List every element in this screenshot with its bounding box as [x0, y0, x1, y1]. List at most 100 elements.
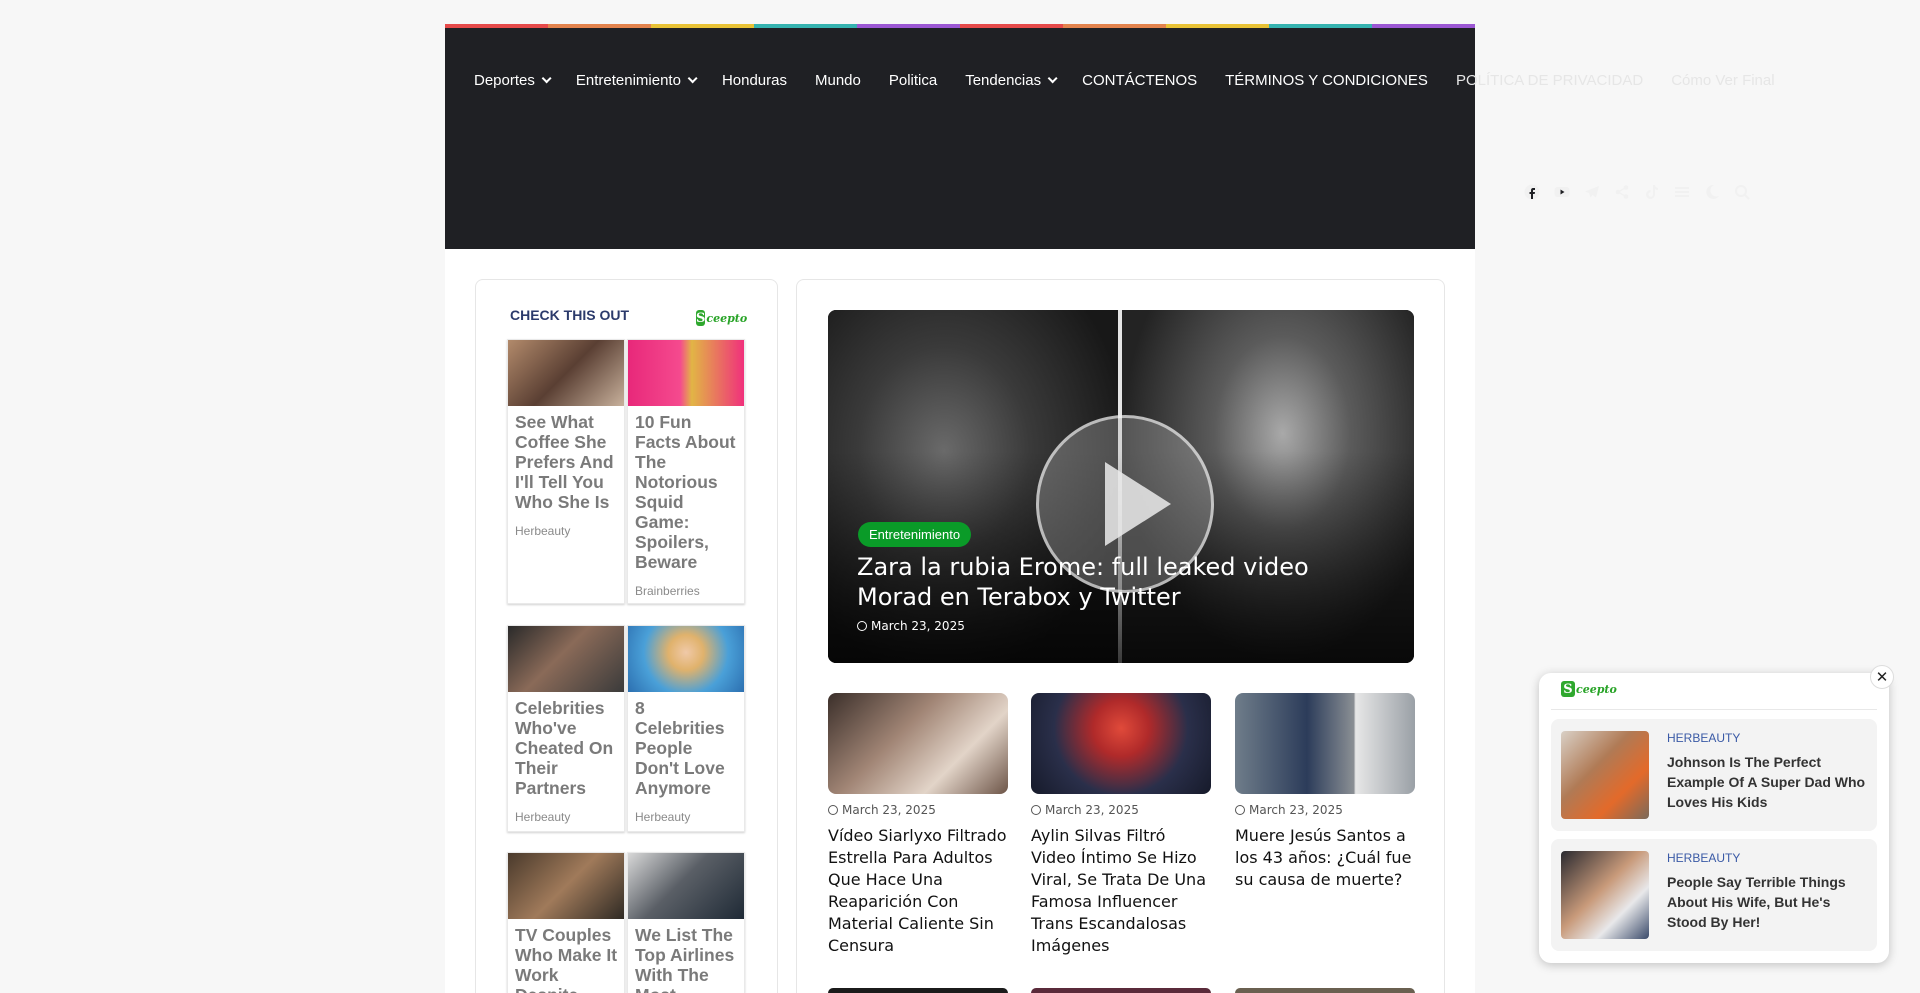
widget-title: CHECK THIS OUT	[510, 307, 629, 323]
recommendation-item[interactable]: HERBEAUTY Johnson Is The Perfect Example…	[1551, 719, 1877, 831]
card-thumbnail	[628, 340, 744, 406]
promo-card[interactable]: See What Coffee She Prefers And I'll Tel…	[507, 339, 625, 604]
sceepto-logo[interactable]: Sceepto	[1561, 681, 1617, 697]
card-source: Brainberries	[635, 584, 700, 598]
close-icon: ✕	[1875, 668, 1889, 686]
nav-item-terminos[interactable]: TÉRMINOS Y CONDICIONES	[1225, 72, 1428, 89]
post-thumbnail[interactable]	[828, 693, 1008, 794]
nav-item-privacidad[interactable]: POLÍTICA DE PRIVACIDAD	[1456, 72, 1643, 89]
nav-label: Cómo Ver Final	[1671, 72, 1775, 89]
card-title: TV Couples Who Make It Work Despite	[515, 925, 618, 993]
card-thumbnail	[628, 626, 744, 692]
recommendation-title: Johnson Is The Perfect Example Of A Supe…	[1667, 754, 1866, 810]
tiktok-icon[interactable]	[1644, 184, 1660, 200]
post-date: March 23, 2025	[1031, 803, 1211, 817]
logo-letter: S	[1561, 681, 1575, 697]
nav-item-honduras[interactable]: Honduras	[722, 72, 787, 89]
next-post-thumbnail[interactable]	[828, 988, 1008, 993]
recommendation-thumbnail	[1561, 851, 1649, 939]
card-thumbnail	[508, 340, 624, 406]
post-date: March 23, 2025	[828, 803, 1008, 817]
recommendation-item[interactable]: HERBEAUTY People Say Terrible Things Abo…	[1551, 839, 1877, 951]
hero-date: March 23, 2025	[857, 619, 965, 633]
nav-label: Mundo	[814, 72, 861, 89]
card-title: We List The Top Airlines With The Most	[635, 925, 735, 993]
nav-label: Deportes	[474, 72, 535, 89]
post-card[interactable]: March 23, 2025 Muere Jesús Santos a los …	[1235, 693, 1415, 891]
nav-item-como-ver-final[interactable]: Cómo Ver Final	[1671, 72, 1774, 89]
logo-text: ceepto	[1576, 682, 1617, 696]
clock-icon	[1031, 805, 1041, 815]
chevron-down-icon	[1047, 73, 1058, 84]
close-button[interactable]: ✕	[1870, 665, 1894, 689]
site-header: Deportes Entretenimiento Honduras Mundo …	[445, 28, 1775, 249]
nav-item-entretenimiento[interactable]: Entretenimiento	[575, 72, 698, 89]
card-source: Herbeauty	[515, 524, 571, 538]
card-thumbnail	[508, 853, 624, 919]
search-icon[interactable]	[1734, 184, 1750, 200]
card-thumbnail	[628, 853, 744, 919]
moon-icon[interactable]	[1704, 184, 1720, 200]
recommendation-source: HERBEAUTY	[1667, 851, 1741, 865]
nav-label: Honduras	[721, 72, 787, 89]
date-text: March 23, 2025	[1249, 803, 1343, 817]
date-text: March 23, 2025	[842, 803, 936, 817]
recommendation-thumbnail	[1561, 731, 1649, 819]
card-thumbnail	[508, 626, 624, 692]
card-title: 8 Celebrities People Don't Love Anymore	[635, 698, 725, 798]
post-title[interactable]: Aylin Silvas Filtró Video Íntimo Se Hizo…	[1031, 825, 1211, 957]
clock-icon	[828, 805, 838, 815]
promo-card[interactable]: We List The Top Airlines With The Most	[627, 852, 745, 993]
date-text: March 23, 2025	[1045, 803, 1139, 817]
main-nav: Deportes Entretenimiento Honduras Mundo …	[474, 72, 1803, 89]
telegram-icon[interactable]	[1584, 184, 1600, 200]
promo-card[interactable]: TV Couples Who Make It Work Despite	[507, 852, 625, 993]
sceepto-logo[interactable]: Sceepto	[696, 308, 747, 328]
nav-label: TÉRMINOS Y CONDICIONES	[1225, 72, 1428, 89]
post-date: March 23, 2025	[1235, 803, 1415, 817]
card-title: Celebrities Who've Cheated On Their Part…	[515, 698, 614, 798]
post-thumbnail[interactable]	[1235, 693, 1415, 794]
chevron-down-icon	[687, 73, 698, 84]
category-badge[interactable]: Entretenimiento	[858, 522, 972, 547]
nav-item-politica[interactable]: Politica	[889, 72, 937, 89]
nav-label: Politica	[888, 72, 938, 89]
nav-label: CONTÁCTENOS	[1082, 72, 1198, 89]
logo-text: ceepto	[706, 311, 748, 325]
next-post-thumbnail[interactable]	[1235, 988, 1415, 993]
promo-card[interactable]: Celebrities Who've Cheated On Their Part…	[507, 625, 625, 832]
menu-icon[interactable]	[1674, 184, 1690, 200]
divider	[1551, 709, 1877, 710]
facebook-icon[interactable]	[1524, 184, 1540, 200]
card-title: See What Coffee She Prefers And I'll Tel…	[515, 412, 614, 512]
post-card[interactable]: March 23, 2025 Aylin Silvas Filtró Video…	[1031, 693, 1211, 957]
card-title: 10 Fun Facts About The Notorious Squid G…	[635, 412, 736, 572]
youtube-icon[interactable]	[1554, 184, 1570, 200]
floating-recommendations: Sceepto HERBEAUTY Johnson Is The Perfect…	[1539, 673, 1889, 963]
nav-label: Entretenimiento	[575, 72, 681, 89]
hero-title[interactable]: Zara la rubia Erome: full leaked video M…	[857, 552, 1377, 612]
promo-card[interactable]: 8 Celebrities People Don't Love Anymore …	[627, 625, 745, 832]
share-icon[interactable]	[1614, 184, 1630, 200]
post-title[interactable]: Vídeo Siarlyxo Filtrado Estrella Para Ad…	[828, 825, 1008, 957]
recommendation-title: People Say Terrible Things About His Wif…	[1667, 874, 1846, 930]
post-card[interactable]: March 23, 2025 Vídeo Siarlyxo Filtrado E…	[828, 693, 1008, 957]
nav-item-mundo[interactable]: Mundo	[815, 72, 861, 89]
chevron-down-icon	[541, 73, 552, 84]
nav-item-contactenos[interactable]: CONTÁCTENOS	[1082, 72, 1197, 89]
clock-icon	[1235, 805, 1245, 815]
card-source: Herbeauty	[635, 810, 691, 824]
nav-label: Tendencias	[965, 72, 1042, 89]
featured-post[interactable]: Entretenimiento Zara la rubia Erome: ful…	[828, 310, 1414, 663]
nav-label: POLÍTICA DE PRIVACIDAD	[1455, 72, 1644, 89]
header-social-icons	[1524, 184, 1750, 200]
promo-card[interactable]: 10 Fun Facts About The Notorious Squid G…	[627, 339, 745, 604]
date-text: March 23, 2025	[871, 619, 965, 633]
clock-icon	[857, 621, 867, 631]
nav-item-tendencias[interactable]: Tendencias	[965, 72, 1058, 89]
logo-letter: S	[696, 310, 706, 326]
next-post-thumbnail[interactable]	[1031, 988, 1211, 993]
nav-item-deportes[interactable]: Deportes	[474, 72, 552, 89]
post-title[interactable]: Muere Jesús Santos a los 43 años: ¿Cuál …	[1235, 825, 1415, 891]
post-thumbnail[interactable]	[1031, 693, 1211, 794]
